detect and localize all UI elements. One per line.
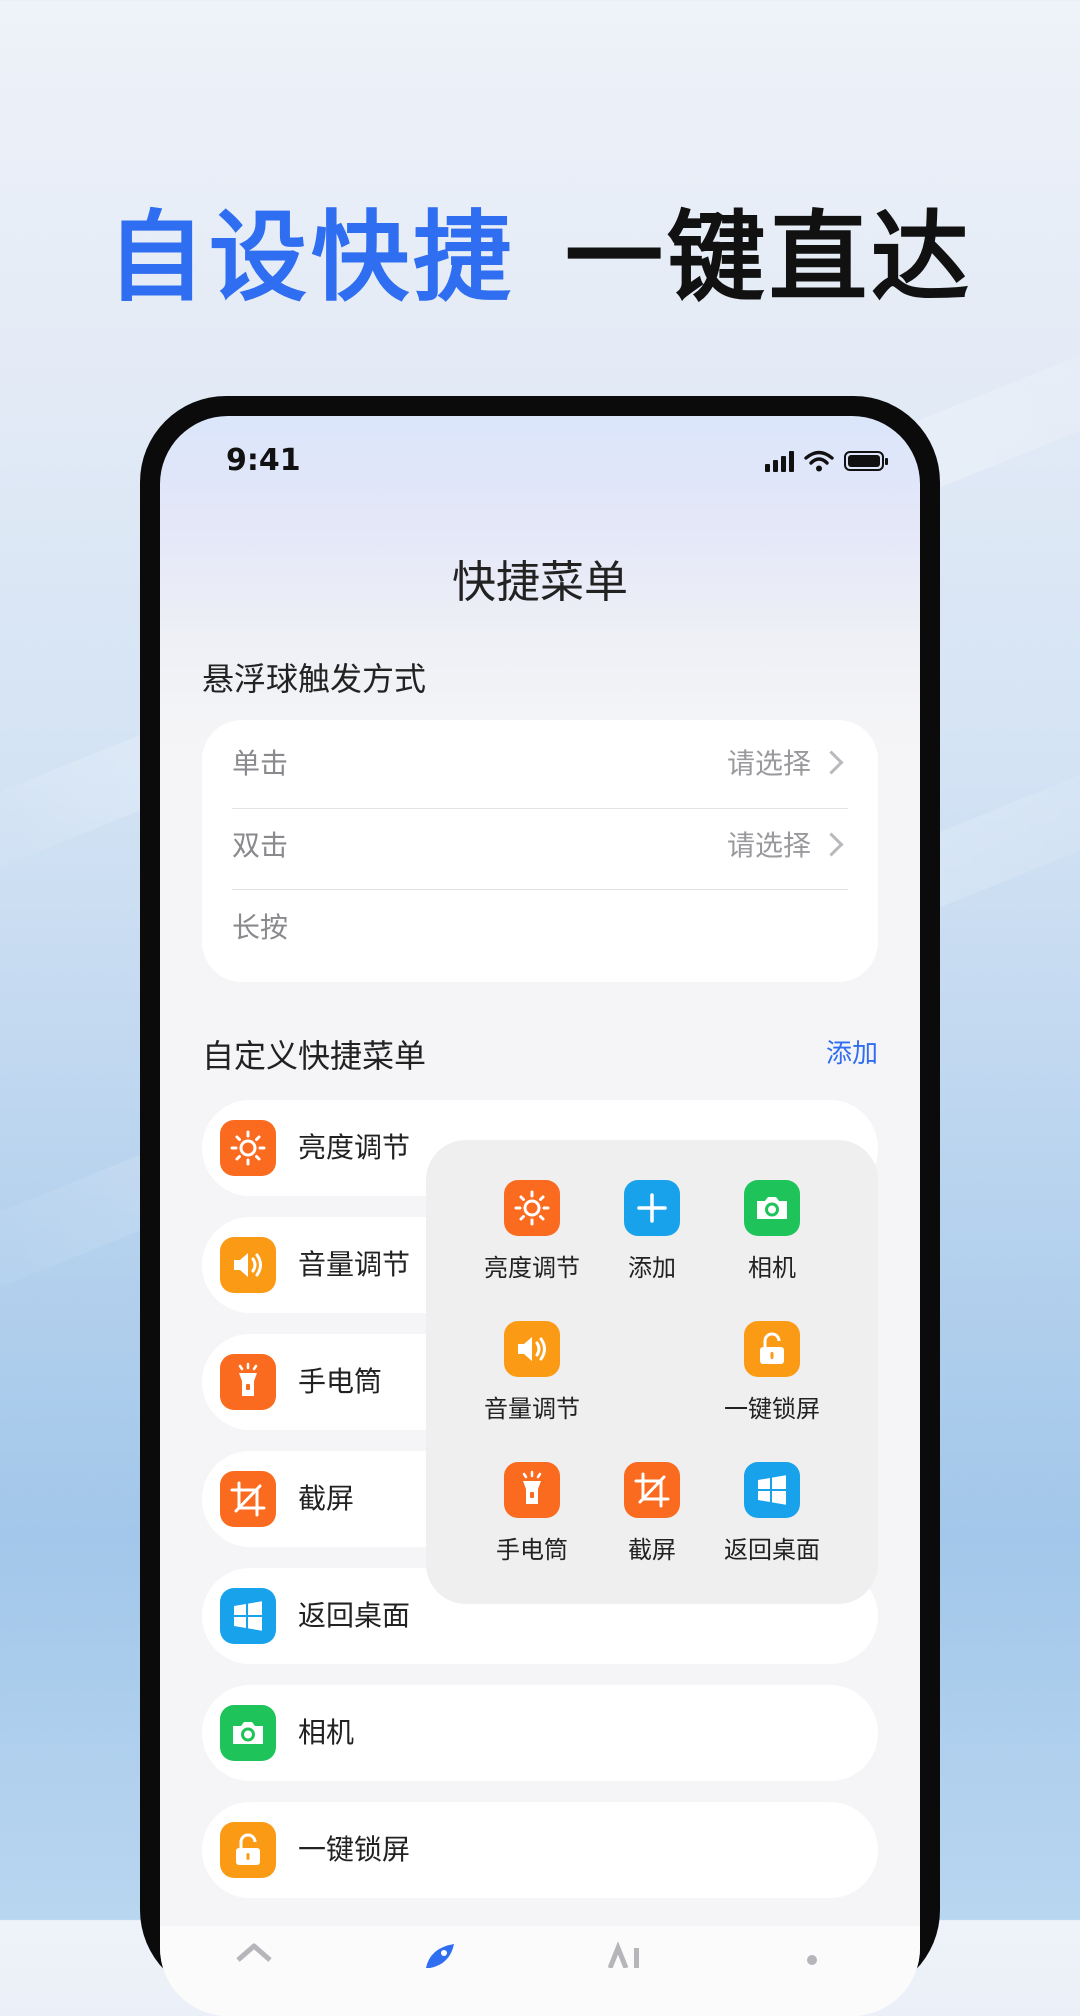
menu-item-label: 一键锁屏 — [298, 1833, 411, 1866]
flashlight-icon — [504, 1462, 560, 1518]
chevron-right-icon — [819, 749, 844, 775]
trigger-row-double-tap[interactable]: 双击 请选择 — [232, 804, 848, 884]
flashlight-icon — [220, 1354, 276, 1410]
battery-icon — [844, 451, 888, 471]
phone-frame: 9:41 快捷菜单 悬浮球触发方式 单击 请选择 双击 请选择 长按 自定义快捷… — [140, 396, 940, 2016]
custom-section-title: 自定义快捷菜单 — [202, 1037, 427, 1075]
menu-item-camera[interactable]: 相机 — [202, 1685, 878, 1781]
menu-item-label: 音量调节 — [298, 1248, 411, 1281]
popup-item-label: 相机 — [748, 1254, 796, 1282]
profile-icon[interactable] — [792, 1938, 832, 1968]
trigger-label: 单击 — [232, 747, 289, 780]
popup-item-label: 截屏 — [628, 1536, 676, 1564]
crop-icon — [624, 1462, 680, 1518]
page-title: 快捷菜单 — [452, 557, 628, 608]
phone-screen: 9:41 快捷菜单 悬浮球触发方式 单击 请选择 双击 请选择 长按 自定义快捷… — [160, 416, 920, 2016]
banner-headline: 自设快捷 一键直达 — [0, 178, 1080, 320]
tab-bar — [160, 1926, 920, 2016]
trigger-value-text: 请选择 — [726, 747, 811, 780]
menu-item-label: 亮度调节 — [298, 1131, 411, 1164]
menu-item-label: 返回桌面 — [298, 1599, 411, 1632]
status-time: 9:41 — [226, 443, 301, 478]
quick-menu-popup: 亮度调节 添加 相机 音量调节 一键锁屏 手电筒 截屏 返回桌面 — [426, 1140, 878, 1604]
trigger-value: 请选择 — [727, 742, 848, 782]
popup-item-label: 返回桌面 — [724, 1536, 820, 1564]
add-button[interactable]: 添加 — [826, 1033, 878, 1070]
ai-icon[interactable] — [606, 1938, 646, 1968]
popup-item-flashlight[interactable]: 手电筒 — [462, 1462, 602, 1565]
popup-item-add[interactable]: 添加 — [582, 1180, 722, 1283]
crop-icon — [220, 1471, 276, 1527]
signal-icon — [765, 450, 794, 472]
popup-item-brightness[interactable]: 亮度调节 — [462, 1180, 602, 1283]
trigger-row-long-press[interactable]: 长按 — [232, 886, 848, 966]
speaker-icon — [220, 1237, 276, 1293]
trigger-label: 长按 — [232, 911, 289, 944]
banner-highlight: 自设快捷 — [106, 201, 515, 315]
trigger-label: 双击 — [232, 829, 289, 862]
windows-icon — [744, 1462, 800, 1518]
wifi-icon — [804, 450, 834, 472]
status-icons — [765, 446, 888, 476]
menu-item-label: 手电筒 — [298, 1365, 383, 1398]
popup-item-label: 手电筒 — [496, 1536, 568, 1564]
popup-item-screenshot[interactable]: 截屏 — [582, 1462, 722, 1565]
trigger-value-text: 请选择 — [726, 829, 811, 862]
trigger-value: 请选择 — [727, 824, 848, 864]
speaker-icon — [504, 1321, 560, 1377]
popup-item-camera[interactable]: 相机 — [702, 1180, 842, 1283]
menu-item-label: 相机 — [298, 1716, 355, 1749]
popup-item-home[interactable]: 返回桌面 — [702, 1462, 842, 1565]
popup-item-label: 亮度调节 — [484, 1254, 580, 1282]
popup-item-label: 添加 — [628, 1254, 676, 1282]
home-icon[interactable] — [234, 1938, 274, 1968]
popup-item-volume[interactable]: 音量调节 — [462, 1321, 602, 1424]
chevron-right-icon — [819, 831, 844, 857]
camera-icon — [744, 1180, 800, 1236]
plus-icon — [624, 1180, 680, 1236]
trigger-row-single-tap[interactable]: 单击 请选择 — [232, 722, 848, 802]
popup-item-label: 音量调节 — [484, 1395, 580, 1423]
menu-item-lock[interactable]: 一键锁屏 — [202, 1802, 878, 1898]
menu-item-label: 截屏 — [298, 1482, 355, 1515]
sun-icon — [220, 1120, 276, 1176]
windows-icon — [220, 1588, 276, 1644]
rocket-icon[interactable] — [420, 1938, 460, 1968]
sun-icon — [504, 1180, 560, 1236]
popup-item-label: 一键锁屏 — [724, 1395, 820, 1423]
trigger-card: 单击 请选择 双击 请选择 长按 — [202, 720, 878, 982]
unlock-icon — [220, 1822, 276, 1878]
camera-icon — [220, 1705, 276, 1761]
trigger-section-title: 悬浮球触发方式 — [202, 660, 427, 698]
popup-item-lock[interactable]: 一键锁屏 — [702, 1321, 842, 1424]
banner-rest: 一键直达 — [565, 201, 974, 315]
unlock-icon — [744, 1321, 800, 1377]
